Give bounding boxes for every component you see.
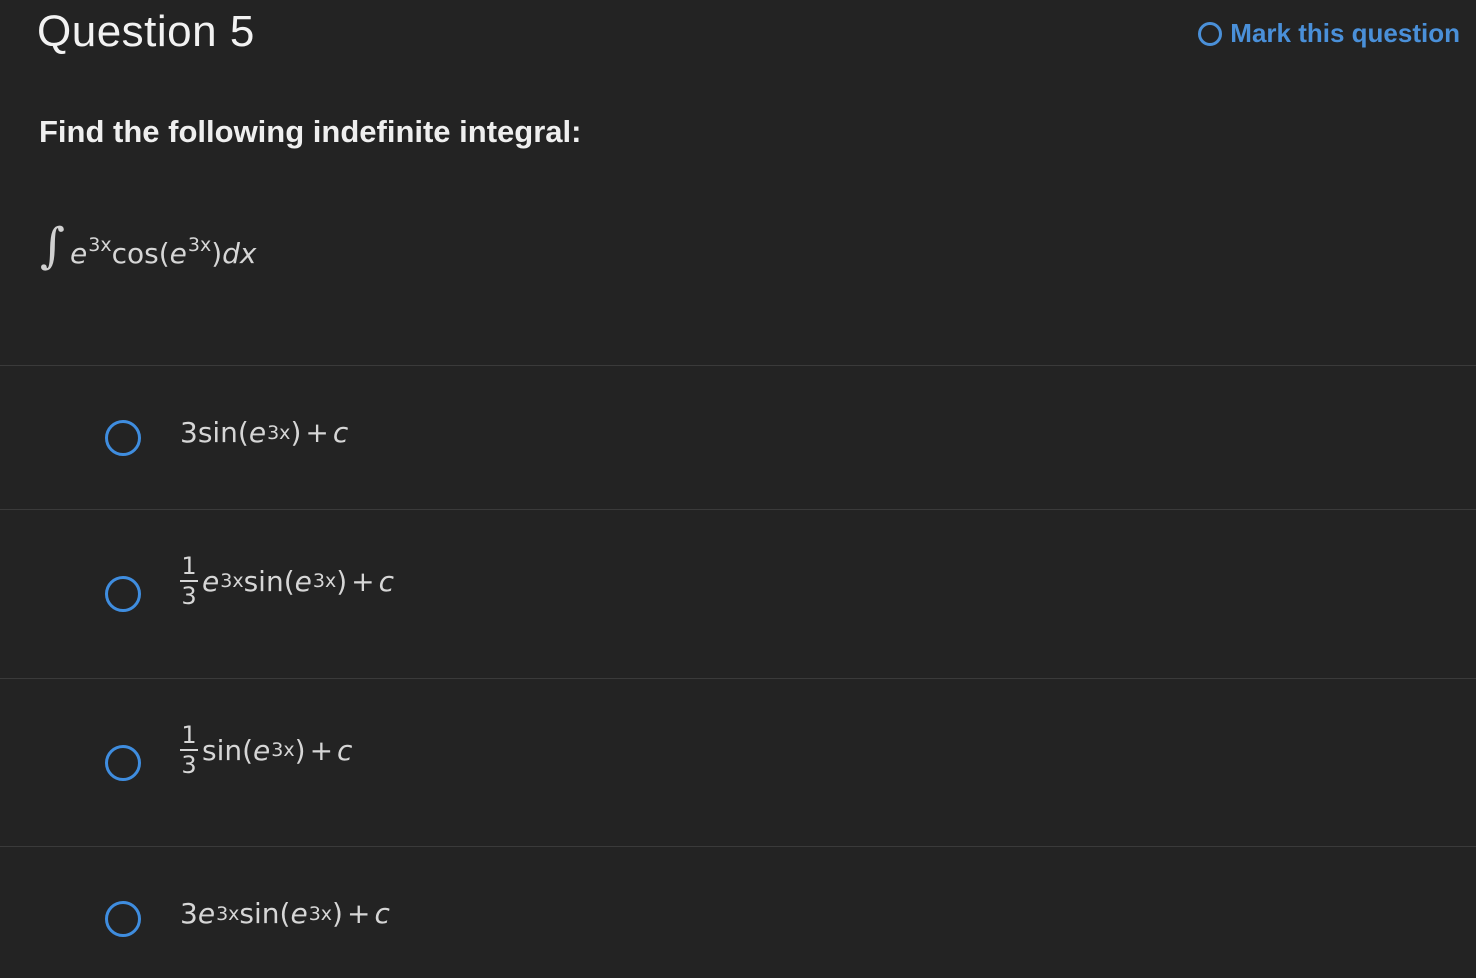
fraction-denominator: 3 [181, 751, 197, 779]
answer-option-3[interactable]: 1 3 sin(e 3x) + c [0, 679, 1476, 846]
fraction-numerator: 1 [181, 552, 197, 580]
plus-sign: + [351, 564, 375, 598]
option-exponent: 3x [271, 739, 295, 761]
option-base-2: e [290, 897, 308, 930]
option-base-2: e [294, 564, 312, 598]
option-function: sin( [239, 897, 291, 930]
mark-question-label: Mark this question [1230, 18, 1460, 48]
fraction-denominator: 3 [181, 582, 197, 610]
integrand-close: ) [211, 237, 223, 270]
option-expression: 3sin(e 3x) + c [180, 416, 348, 449]
constant-c: c [337, 733, 353, 767]
constant-c: c [378, 564, 395, 598]
radio-button[interactable] [105, 745, 141, 781]
constant-c: c [374, 897, 390, 930]
option-exponent-2: 3x [312, 570, 337, 592]
option-close: ) [290, 416, 302, 449]
radio-button[interactable] [105, 901, 141, 937]
integrand: e3xcos(e3x)dx [70, 234, 256, 270]
plus-sign: + [346, 897, 371, 930]
option-expression: 1 3 e 3x sin(e 3x) + c [180, 554, 394, 608]
option-base-1: e [202, 564, 220, 598]
option-coef: 3 [180, 897, 198, 930]
question-title: Question 5 [37, 7, 255, 56]
option-expression: 3 e 3x sin(e 3x) + c [180, 897, 390, 930]
option-function: sin( [243, 564, 295, 598]
integrand-differential: dx [222, 237, 257, 270]
option-exponent-1: 3x [216, 902, 240, 925]
fraction-one-third: 13 [180, 554, 198, 608]
option-function: sin( [202, 733, 254, 767]
circle-outline-icon [1198, 21, 1223, 46]
question-prompt: Find the following indefinite integral: [39, 114, 582, 149]
option-base-1: e [197, 897, 216, 930]
option-base: e [248, 416, 267, 449]
mark-question-button[interactable]: Mark this question [1198, 18, 1460, 49]
option-expression: 1 3 sin(e 3x) + c [180, 723, 352, 777]
option-close: ) [294, 733, 306, 767]
integrand-base-1: e [70, 237, 88, 270]
answer-option-1[interactable]: 3sin(e 3x) + c [0, 366, 1476, 509]
answer-option-2[interactable]: 1 3 e 3x sin(e 3x) + c [0, 510, 1476, 678]
radio-button[interactable] [105, 420, 141, 456]
plus-sign: + [309, 733, 334, 767]
constant-c: c [332, 416, 349, 449]
option-base: e [253, 733, 271, 767]
plus-sign: + [305, 416, 329, 449]
option-exponent: 3x [267, 421, 291, 444]
integrand-base-2: e [169, 237, 187, 270]
integrand-exponent-2: 3x [187, 234, 212, 256]
option-exponent-2: 3x [308, 902, 333, 925]
integrand-function: cos( [111, 237, 170, 270]
option-close: ) [332, 897, 343, 930]
integral-sign: ∫ [40, 218, 66, 274]
option-exponent-1: 3x [220, 570, 244, 592]
option-coef: 3sin( [180, 416, 249, 449]
radio-button[interactable] [105, 576, 141, 612]
answer-option-4[interactable]: 3 e 3x sin(e 3x) + c [0, 847, 1476, 978]
fraction-one-third: 13 [180, 723, 198, 777]
option-close: ) [336, 564, 348, 598]
integrand-exponent-1: 3x [88, 234, 112, 256]
question-header: Question 5 Mark this question [0, 0, 1476, 70]
fraction-numerator: 1 [181, 721, 197, 749]
